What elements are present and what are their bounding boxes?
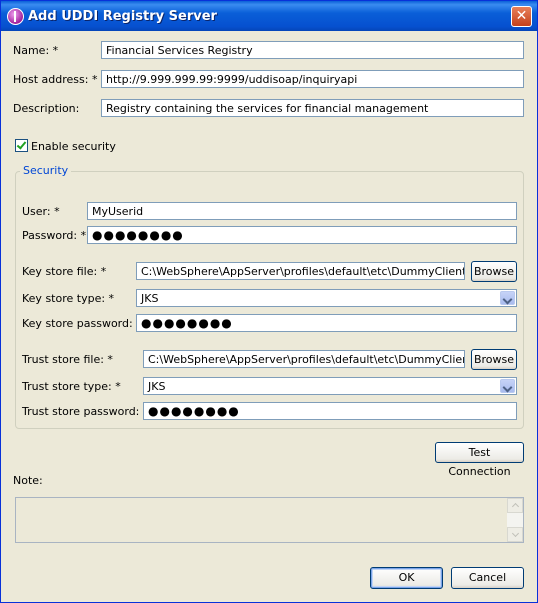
password-input[interactable]: ●●●●●●●● <box>87 226 517 244</box>
title-bar[interactable]: Add UDDI Registry Server ✕ <box>1 1 537 31</box>
scroll-up-icon[interactable] <box>507 498 523 513</box>
trust-store-password-label: Trust store password: * <box>22 405 149 418</box>
key-store-file-label: Key store file: * <box>22 265 107 278</box>
key-store-type-label: Key store type: * <box>22 292 115 305</box>
chevron-down-icon[interactable] <box>500 291 515 305</box>
description-label: Description: <box>13 102 80 115</box>
trust-store-type-value: JKS <box>148 380 166 393</box>
trust-store-file-label: Trust store file: * <box>22 353 113 366</box>
window-title: Add UDDI Registry Server <box>28 9 217 24</box>
description-input[interactable]: Registry containing the services for fin… <box>101 99 524 117</box>
key-store-type-select[interactable]: JKS <box>136 289 517 307</box>
key-store-file-input[interactable]: C:\WebSphere\AppServer\profiles\default\… <box>136 262 465 280</box>
trust-store-type-label: Trust store type: * <box>22 380 121 393</box>
trust-store-password-input[interactable]: ●●●●●●●● <box>143 402 517 420</box>
user-input[interactable]: MyUserid <box>87 202 517 220</box>
note-textarea[interactable] <box>15 497 524 543</box>
enable-security-label[interactable]: Enable security <box>31 140 116 153</box>
app-icon <box>7 8 24 25</box>
scroll-down-icon[interactable] <box>507 527 523 542</box>
test-connection-button[interactable]: Test Connection <box>435 442 524 478</box>
trust-store-type-select[interactable]: JKS <box>143 377 517 395</box>
cancel-button[interactable]: Cancel <box>451 567 524 589</box>
key-store-password-label: Key store password: * <box>22 317 142 330</box>
key-store-browse-button[interactable]: Browse <box>471 261 517 282</box>
close-button[interactable]: ✕ <box>511 6 532 27</box>
ok-button[interactable]: OK <box>370 567 443 589</box>
trust-store-file-input[interactable]: C:\WebSphere\AppServer\profiles\default\… <box>143 350 465 368</box>
chevron-down-icon[interactable] <box>500 379 515 393</box>
password-label: Password: * <box>22 229 87 242</box>
dialog-window: Add UDDI Registry Server ✕ Name: * Finan… <box>0 0 538 603</box>
host-address-label: Host address: * <box>13 73 98 86</box>
security-group-title: Security <box>20 164 72 177</box>
note-label: Note: <box>13 474 43 487</box>
user-label: User: * <box>22 205 60 218</box>
host-address-input[interactable]: http://9.999.999.99:9999/uddisoap/inquir… <box>101 70 524 88</box>
name-input[interactable]: Financial Services Registry <box>101 41 524 59</box>
enable-security-checkbox[interactable] <box>15 139 28 152</box>
trust-store-browse-button[interactable]: Browse <box>471 349 517 370</box>
key-store-type-value: JKS <box>141 292 159 305</box>
name-label: Name: * <box>13 44 59 57</box>
note-scrollbar[interactable] <box>507 498 523 542</box>
key-store-password-input[interactable]: ●●●●●●●● <box>136 314 517 332</box>
